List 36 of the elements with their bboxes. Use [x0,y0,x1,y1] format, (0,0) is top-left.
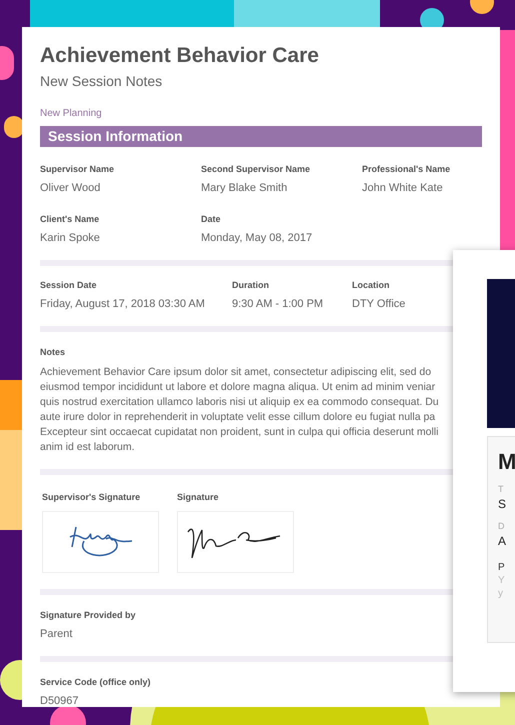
field-value: DTY Office [352,296,406,312]
field-value: Oliver Wood [40,180,102,196]
field-label: Notes [40,346,66,360]
panel-text: D [498,522,506,531]
panel-text: S [498,498,508,510]
page-title: Achievement Behavior Care [40,43,320,69]
field-label: Date [201,213,222,226]
field-value: D50967 [40,694,80,709]
panel-text: A [498,535,508,547]
field-label: Second Supervisor Name [201,163,312,176]
field-value: John White Kate [362,180,444,196]
field-value: Friday, August 17, 2018 03:30 AM [40,296,206,312]
field-label: Location [352,279,390,292]
panel-text: P [498,563,506,573]
field-value: Mary Blake Smith [201,180,288,196]
field-label: Supervisor Name [40,163,116,176]
field-label: Session Date [40,279,98,292]
panel-text: Y [498,576,506,586]
field-value: Parent [40,626,74,642]
panel-heading: M [498,451,515,473]
field-label: Professional's Name [362,163,452,176]
field-value: Monday, May 08, 2017 [201,230,314,246]
new-planning-link[interactable]: New Planning [40,106,102,122]
section-title: Session Information [48,127,183,146]
field-value: Karin Spoke [40,230,101,246]
notes-text: Achievement Behavior Care ipsum dolor sit amet, consectetur adipiscing elit, sed do eiusmod tempor incididunt ut labore et dolore magna aliqua. Ut enim ad minim veniar quis nostrud exercitation ullamco laboris nisi ut aliquip ex ea commodo consequat. Du aute irure dolor in reprehenderit in voluptate velit esse cillum dolore eu fugiat nulla pa Excepteur sint occaecat cupidatat non proident, sunt in culpa qui officia deserunt molli anim id est laborum. [40,364,439,455]
field-value: 9:30 AM - 1:00 PM [232,296,324,312]
field-label: Service Code (office only) [40,676,152,690]
field-label: Client's Name [40,213,100,226]
field-label: Duration [232,279,270,292]
page-subtitle: New Session Notes [40,72,164,92]
panel-text: T [498,485,504,494]
field-label: Signature [177,490,220,504]
panel-text: y [498,589,504,599]
field-label: Supervisor's Signature [42,490,142,504]
field-label: Signature Provided by [40,609,137,622]
